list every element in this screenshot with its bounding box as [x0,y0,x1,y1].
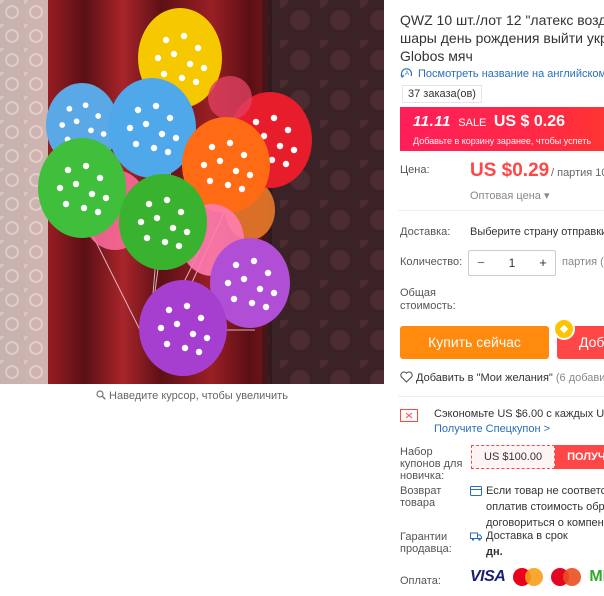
shipping-country-select[interactable]: Выберите страну отправки [470,226,604,238]
quantity-label: Количество: [400,256,463,268]
sale-price: US $ 0.26 [493,113,566,130]
total-price-label: Общая стоимость: [400,287,456,313]
newbie-coupon-amount: US $100.00 [471,445,556,469]
price-label: Цена: [400,164,430,176]
quantity-input[interactable]: 1 [493,251,531,275]
payment-label: Оплата: [400,575,441,587]
coin-badge-icon [553,318,575,340]
sale-banner: 11.11 SALE US $ 0.26 Добавьте в корзину … [400,107,604,151]
zoom-hint: Наведите курсор, чтобы увеличить [0,390,384,402]
divider [398,396,604,397]
guarantee-label-line2: продавца: [400,543,452,555]
returns-label: Возврат товара [400,485,441,509]
visa-logo-icon: VISA [470,568,506,585]
guarantee-label: Гарантии продавца: [400,531,452,555]
heart-icon [400,371,413,383]
newbie-label-line3: новичка: [400,470,445,482]
product-image[interactable] [0,0,384,384]
product-title: QWZ 10 шт./лот 12 "латекс воздушные шары… [400,12,604,64]
orders-count: 37 заказа(ов) [402,85,482,103]
total-label-line1: Общая [400,287,436,299]
newbie-coupon-label: Набор купонов для новичка: [400,446,462,482]
svg-text:A: A [405,71,409,77]
guarantee-text: Доставка в срок дн. [486,528,568,560]
quantity-stepper[interactable]: − 1 + [468,250,556,276]
newbie-label-line1: Набор [400,446,433,458]
add-to-cart-button[interactable]: Доб [553,318,604,359]
wholesale-price-toggle[interactable]: Оптовая цена ▾ [470,189,549,202]
zoom-hint-text: Наведите курсор, чтобы увеличить [109,390,288,402]
newbie-coupon-get-button[interactable]: ПОЛУЧИ [555,445,604,469]
maestro-logo-icon [551,568,582,586]
divider [398,210,604,211]
product-detail-panel: QWZ 10 шт./лот 12 "латекс воздушные шары… [398,0,604,596]
returns-line2: оплатив стоимость обра [486,501,604,513]
returns-label-line2: товара [400,497,436,509]
balloons-photo [0,0,384,384]
newbie-coupon[interactable]: US $100.00 ПОЛУЧИ [471,445,604,469]
returns-text: Если товар не соответств оплатив стоимос… [486,483,604,531]
mir-logo-icon: МИ [589,568,604,585]
sale-subtitle: Добавьте в корзину заранее, чтобы успеть [413,136,592,146]
total-label-line2: стоимость: [400,300,456,312]
translate-icon: A [400,68,413,78]
quantity-plus-button[interactable]: + [531,251,555,275]
magnifier-icon [96,390,106,400]
get-coupon-link[interactable]: Получите Спецкупон > [434,423,550,435]
returns-label-line1: Возврат [400,485,442,497]
wishlist-count: (6 добавил [555,372,604,384]
quantity-note: партия (4 [562,256,604,268]
payment-methods: VISA МИ [470,568,604,586]
quantity-minus-button[interactable]: − [469,251,493,275]
price-value: US $0.29 [470,160,550,181]
coupon-save-text: Сэкономьте US $6.00 с каждых US $ [434,408,604,420]
wishlist-text[interactable]: Добавить в "Мои желания" [416,372,553,384]
translate-title-link[interactable]: A Посмотреть название на английском [400,67,604,80]
translate-link-text[interactable]: Посмотреть название на английском [418,68,604,80]
add-to-cart-label: Доб [579,334,604,350]
guarantee-line1: Доставка в срок [486,530,568,542]
coupon-icon [400,409,418,422]
guarantee-label-line1: Гарантии [400,531,448,543]
sale-event: 11.11 [413,113,451,130]
price-unit: / партия 10 [551,167,604,179]
newbie-label-line2: купонов для [400,458,463,470]
delivery-truck-icon [470,532,482,541]
add-to-wishlist-link[interactable]: Добавить в "Мои желания" (6 добавил [400,371,604,384]
sale-word: SALE [458,117,487,129]
guarantee-line2: дн. [486,546,503,558]
returns-line1: Если товар не соответств [486,485,604,497]
shipping-label: Доставка: [400,226,451,238]
mastercard-logo-icon [513,568,544,586]
buy-now-button[interactable]: Купить сейчас [400,326,549,359]
return-icon [470,486,482,496]
